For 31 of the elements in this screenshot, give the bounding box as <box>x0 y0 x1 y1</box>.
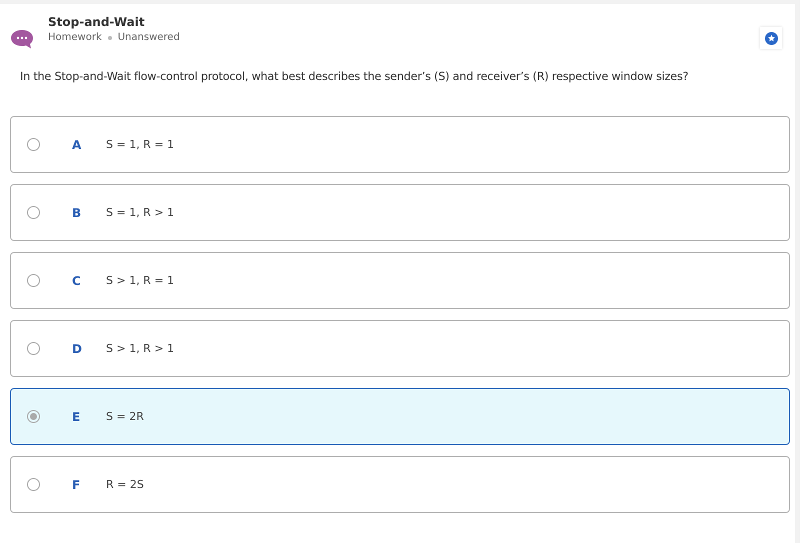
radio-button[interactable] <box>27 138 40 151</box>
option-text: R = 2S <box>106 478 144 491</box>
option-text: S = 1, R = 1 <box>106 138 174 151</box>
option-letter: A <box>72 138 82 152</box>
option-text: S > 1, R = 1 <box>106 274 174 287</box>
answer-option[interactable]: E S = 2R <box>10 388 790 445</box>
answer-option[interactable]: A S = 1, R = 1 <box>10 116 790 173</box>
option-letter: C <box>72 274 82 288</box>
option-text: S > 1, R > 1 <box>106 342 174 355</box>
radio-button[interactable] <box>27 342 40 355</box>
option-text: S = 1, R > 1 <box>106 206 174 219</box>
radio-button[interactable] <box>27 478 40 491</box>
chat-bubble-icon <box>10 27 34 51</box>
star-button[interactable] <box>760 27 782 49</box>
answer-option[interactable]: F R = 2S <box>10 456 790 513</box>
answer-option[interactable]: D S > 1, R > 1 <box>10 320 790 377</box>
question-title: Stop-and-Wait <box>48 15 146 29</box>
question-text: In the Stop-and-Wait flow-control protocol, what best describes the sender’s (S) and receiver’s (R) respective window sizes? <box>20 70 690 83</box>
option-letter: F <box>72 478 82 492</box>
answer-option[interactable]: C S > 1, R = 1 <box>10 252 790 309</box>
option-letter: B <box>72 206 82 220</box>
separator-dot <box>108 36 112 40</box>
option-text: S = 2R <box>106 410 144 423</box>
meta-label: Unanswered <box>118 32 180 43</box>
answer-option[interactable]: B S = 1, R > 1 <box>10 184 790 241</box>
radio-button[interactable] <box>27 410 40 423</box>
option-letter: D <box>72 342 83 356</box>
radio-button[interactable] <box>27 274 40 287</box>
meta-label: Homework <box>48 32 102 43</box>
radio-button[interactable] <box>27 206 40 219</box>
option-letter: E <box>72 410 82 424</box>
